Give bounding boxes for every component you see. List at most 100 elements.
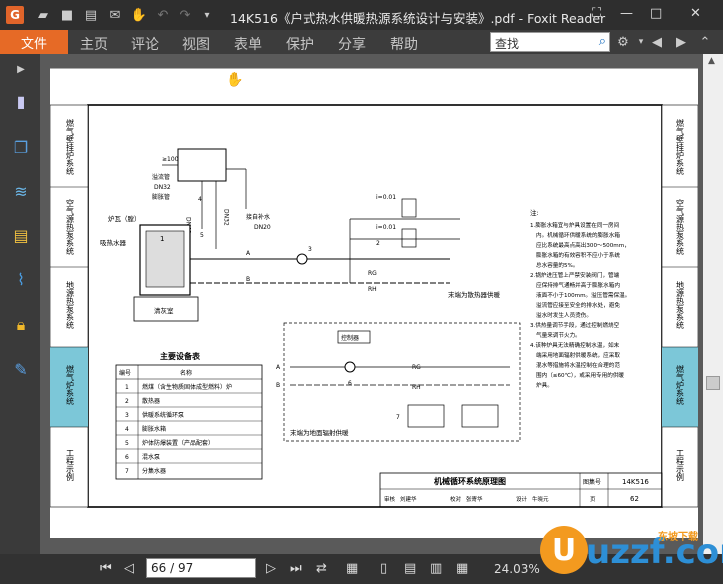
scroll-thumb[interactable] (706, 376, 720, 390)
page-icon[interactable]: ▮ (10, 90, 32, 112)
label-rh2: RH (412, 384, 421, 391)
next-arrow-icon[interactable]: ▶ (672, 33, 690, 51)
svg-text:液面不小于100mm。溢压管需保温。: 液面不小于100mm。溢压管需保温。 (536, 291, 630, 299)
close-button[interactable]: ✕ (690, 6, 701, 21)
search-box[interactable]: 查找 ⌕ (490, 32, 610, 52)
save-icon[interactable]: ■ (58, 6, 76, 24)
continuous-page-icon[interactable]: ▤ (404, 561, 416, 576)
next-page-icon[interactable]: ▷ (266, 561, 276, 576)
maximize-button[interactable]: □ (650, 6, 662, 21)
table-row-5-no: 5 (125, 440, 129, 447)
left-tab-ground-source: 地源热泵系统 (66, 280, 75, 330)
notes-block: 1.膨胀水箱宜与炉具设置在同一房间 内。机械循环供暖系统的膨胀水箱 应比系统最高… (530, 221, 630, 389)
single-page-icon[interactable]: ▯ (380, 561, 387, 576)
print-icon[interactable]: ▤ (82, 6, 100, 24)
label-expansion: 膨胀管 (152, 193, 170, 201)
document-view[interactable]: 燃气壁挂炉系统 空气源热泵系统 地源热泵系统 燃气炉系统 工程示例 燃气壁挂炉系… (40, 54, 723, 554)
fullscreen-icon[interactable]: ⛶ (592, 6, 601, 21)
watermark-u-icon: U (540, 526, 588, 574)
svg-text:1: 1 (160, 235, 164, 243)
label-b: B (246, 276, 250, 283)
lock-icon[interactable]: 🔒︎ (10, 314, 32, 336)
equipment-table-title: 主要设备表 (160, 351, 201, 361)
label-i1: i=0.01 (376, 194, 396, 201)
watermark-brand: uzzf.com (586, 532, 723, 572)
notes-title: 注: (530, 208, 539, 217)
reflow-icon[interactable]: ⇄ (316, 561, 327, 576)
continuous-facing-icon[interactable]: ▦ (456, 561, 468, 576)
window-title: 14K516《户式热水供暖热源系统设计与安装》.pdf - Foxit Read… (230, 11, 606, 26)
last-page-icon[interactable]: ⏭ (290, 561, 302, 576)
menu-share[interactable]: 分享 (338, 34, 366, 54)
ribbon-menu-bar: 文件 主页 评论 视图 表单 保护 分享 帮助 查找 ⌕ ⚙ ▾ ◀ ▶ ⌃ (0, 30, 723, 54)
page-number-input[interactable]: 66 / 97 (146, 558, 256, 578)
menu-help[interactable]: 帮助 (390, 34, 418, 54)
menu-view[interactable]: 视图 (182, 34, 210, 54)
label-b2: B (276, 382, 280, 389)
svg-text:气量来调节火力。: 气量来调节火力。 (536, 331, 581, 339)
label-floor-end: 末端为地面辐射供暖 (290, 428, 349, 437)
redo-icon[interactable]: ↷ (176, 6, 194, 24)
label-radiator-end: 末端为散热器供暖 (448, 290, 501, 299)
attachment-icon[interactable]: ⌇ (10, 268, 32, 290)
sidebar-expand-icon[interactable]: ▶ (10, 58, 32, 80)
drawing-title: 机械循环系统原理图 (434, 476, 506, 486)
atlas-number: 14K516 (622, 478, 649, 486)
comment-icon[interactable]: ▤ (10, 224, 32, 246)
svg-text:审核: 审核 (384, 495, 396, 503)
open-folder-icon[interactable]: ▰ (34, 6, 52, 24)
email-icon[interactable]: ✉ (106, 6, 124, 24)
table-row-3-no: 3 (125, 412, 129, 419)
svg-text:页: 页 (590, 496, 596, 503)
scroll-up-icon[interactable]: ▲ (708, 56, 715, 66)
vertical-scrollbar[interactable]: ▲ (703, 54, 723, 554)
label-makeup: 接自补水 (246, 213, 270, 221)
table-row-7-name: 分集水器 (142, 467, 166, 475)
menu-file[interactable]: 文件 (0, 30, 68, 54)
table-row-7-no: 7 (125, 468, 129, 475)
screenshot-icon[interactable]: ▦ (346, 561, 358, 576)
minimize-button[interactable]: — (620, 6, 633, 21)
svg-text:设计: 设计 (516, 495, 528, 503)
label-a2: A (276, 364, 281, 371)
menu-protect[interactable]: 保护 (286, 34, 314, 54)
menu-form[interactable]: 表单 (234, 34, 262, 54)
svg-text:应比系统最高点高出300～500mm，: 应比系统最高点高出300～500mm， (536, 241, 630, 249)
label-room: 清灰室 (154, 306, 174, 315)
facing-page-icon[interactable]: ▥ (430, 561, 442, 576)
pen-icon[interactable]: ✎ (10, 358, 32, 380)
zoom-level[interactable]: 24.03% (494, 562, 540, 576)
svg-text:5: 5 (200, 232, 204, 239)
prev-arrow-icon[interactable]: ◀ (648, 33, 666, 51)
drawing-sheet: 燃气壁挂炉系统 空气源热泵系统 地源热泵系统 燃气炉系统 工程示例 燃气壁挂炉系… (49, 104, 699, 508)
svg-text:4.该种炉具无法精确控制水温，如末: 4.该种炉具无法精确控制水温，如末 (530, 341, 620, 349)
hand-tool-icon[interactable]: ✋ (130, 6, 148, 24)
side-tab-coal-furnace: 燃气炉系统 (676, 364, 685, 406)
prev-page-icon[interactable]: ◁ (124, 561, 134, 576)
search-placeholder: 查找 (495, 37, 520, 51)
navigation-sidebar: ▶ ▮ ❐ ≋ ▤ ⌇ 🔒︎ ✎ (0, 54, 40, 554)
first-page-icon[interactable]: ⏮ (100, 561, 112, 576)
customize-dropdown-icon[interactable]: ▾ (198, 6, 216, 24)
hand-cursor-icon: ✋ (226, 72, 244, 88)
menu-home[interactable]: 主页 (80, 34, 108, 54)
gear-icon[interactable]: ⚙ (614, 33, 632, 51)
menu-comment[interactable]: 评论 (131, 34, 159, 54)
table-row-2-name: 散热器 (142, 397, 160, 405)
atlas-label: 图集号 (583, 478, 601, 486)
label-furnace: 炉瓦（膛） (108, 214, 141, 223)
search-icon[interactable]: ⌕ (599, 34, 606, 49)
undo-icon[interactable]: ↶ (154, 6, 172, 24)
svg-text:应保持排气通畅并高于膨胀水箱内: 应保持排气通畅并高于膨胀水箱内 (536, 281, 620, 289)
label-a: A (246, 250, 251, 257)
table-row-5-name: 炉体防爆装置（产品配套） (142, 439, 214, 447)
ribbon-collapse-icon[interactable]: ⌃ (696, 33, 714, 51)
svg-text:总水容量的5%。: 总水容量的5%。 (536, 261, 578, 269)
label-tank: 吸热水器 (100, 238, 127, 247)
table-header-name: 名称 (180, 369, 192, 377)
table-row-6-name: 混水泵 (142, 453, 160, 461)
stack-icon[interactable]: ≋ (10, 180, 32, 202)
app-logo-icon[interactable]: G (6, 6, 24, 24)
layers-icon[interactable]: ❐ (10, 136, 32, 158)
title-bar: G ▰ ■ ▤ ✉ ✋ ↶ ↷ ▾ 14K516《户式热水供暖热源系统设计与安装… (0, 0, 723, 30)
